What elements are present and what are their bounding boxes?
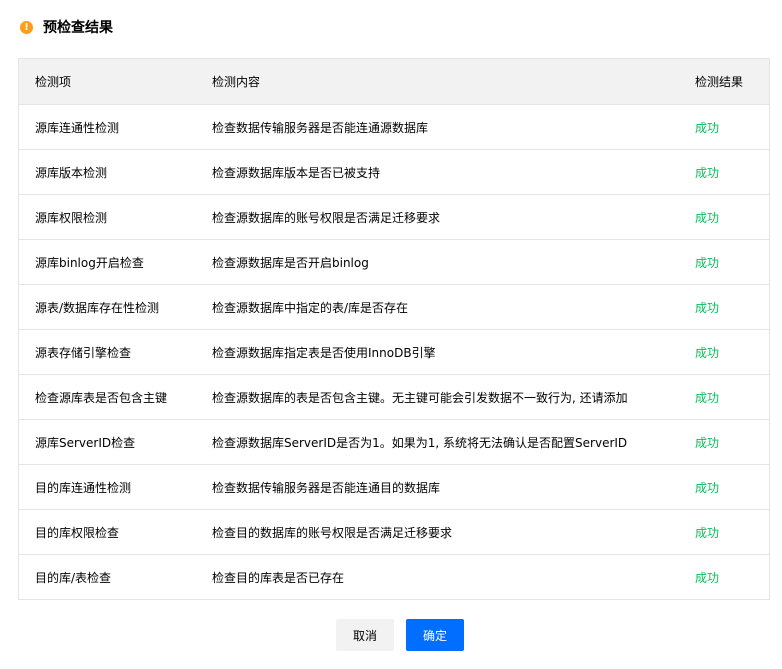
table-row: 源表/数据库存在性检测 检查源数据库中指定的表/库是否存在 成功 [19, 284, 769, 329]
row-result: 成功 [695, 570, 720, 585]
row-item: 源库binlog开启检查 [35, 255, 144, 270]
row-item: 目的库/表检查 [35, 570, 112, 585]
dialog-footer: 取消 确定 [0, 619, 782, 651]
table-row: 源表存储引擎检查 检查源数据库指定表是否使用InnoDB引擎 成功 [19, 329, 769, 374]
row-content: 检查数据传输服务器是否能连通目的数据库 [212, 480, 441, 495]
row-item: 源库ServerID检查 [35, 435, 136, 450]
row-result: 成功 [695, 120, 720, 135]
row-result: 成功 [695, 345, 720, 360]
row-item: 目的库连通性检测 [35, 480, 132, 495]
page-title: 预检查结果 [43, 20, 113, 36]
row-result: 成功 [695, 435, 720, 450]
row-content: 检查源数据库版本是否已被支持 [212, 165, 381, 180]
row-content: 检查源数据库中指定的表/库是否存在 [212, 300, 409, 315]
row-content: 检查源数据库的账号权限是否满足迁移要求 [212, 210, 441, 225]
confirm-button[interactable]: 确定 [406, 619, 464, 651]
row-content: 检查源数据库指定表是否使用InnoDB引擎 [212, 345, 436, 360]
row-item: 目的库权限检查 [35, 525, 120, 540]
table-row: 源库版本检测 检查源数据库版本是否已被支持 成功 [19, 149, 769, 194]
table-row: 源库权限检测 检查源数据库的账号权限是否满足迁移要求 成功 [19, 194, 769, 239]
table-row: 目的库/表检查 检查目的库表是否已存在 成功 [19, 554, 769, 599]
table-row: 源库binlog开启检查 检查源数据库是否开启binlog 成功 [19, 239, 769, 284]
row-content: 检查源数据库ServerID是否为1。如果为1, 系统将无法确认是否配置Serv… [212, 435, 628, 450]
column-header-item: 检测项 [35, 75, 72, 89]
row-item: 源库版本检测 [35, 165, 108, 180]
row-result: 成功 [695, 255, 720, 270]
row-item: 检查源库表是否包含主键 [35, 390, 168, 405]
table-row: 目的库连通性检测 检查数据传输服务器是否能连通目的数据库 成功 [19, 464, 769, 509]
row-content: 检查数据传输服务器是否能连通源数据库 [212, 120, 429, 135]
table-row: 目的库权限检查 检查目的数据库的账号权限是否满足迁移要求 成功 [19, 509, 769, 554]
row-content: 检查目的数据库的账号权限是否满足迁移要求 [212, 525, 453, 540]
row-result: 成功 [695, 390, 720, 405]
row-content: 检查源数据库的表是否包含主键。无主键可能会引发数据不一致行为, 还请添加 [212, 390, 628, 405]
row-result: 成功 [695, 480, 720, 495]
row-result: 成功 [695, 210, 720, 225]
row-content: 检查目的库表是否已存在 [212, 570, 345, 585]
row-item: 源库连通性检测 [35, 120, 120, 135]
column-header-content: 检测内容 [212, 75, 261, 89]
row-result: 成功 [695, 525, 720, 540]
row-item: 源库权限检测 [35, 210, 108, 225]
warning-icon: ! [20, 20, 33, 34]
row-result: 成功 [695, 165, 720, 180]
table-row: 源库ServerID检查 检查源数据库ServerID是否为1。如果为1, 系统… [19, 419, 769, 464]
row-content: 检查源数据库是否开启binlog [212, 255, 369, 270]
table-row: 源库连通性检测 检查数据传输服务器是否能连通源数据库 成功 [19, 104, 769, 149]
table-header-row: 检测项 检测内容 检测结果 [19, 59, 769, 104]
row-item: 源表存储引擎检查 [35, 345, 132, 360]
row-result: 成功 [695, 300, 720, 315]
precheck-table: 检测项 检测内容 检测结果 源库连通性检测 检查数据传输服务器是否能连通源数据库… [18, 58, 770, 600]
row-item: 源表/数据库存在性检测 [35, 300, 160, 315]
table-row: 检查源库表是否包含主键 检查源数据库的表是否包含主键。无主键可能会引发数据不一致… [19, 374, 769, 419]
column-header-result: 检测结果 [695, 75, 744, 89]
dialog-header: ! 预检查结果 [20, 17, 113, 37]
cancel-button[interactable]: 取消 [336, 619, 394, 651]
